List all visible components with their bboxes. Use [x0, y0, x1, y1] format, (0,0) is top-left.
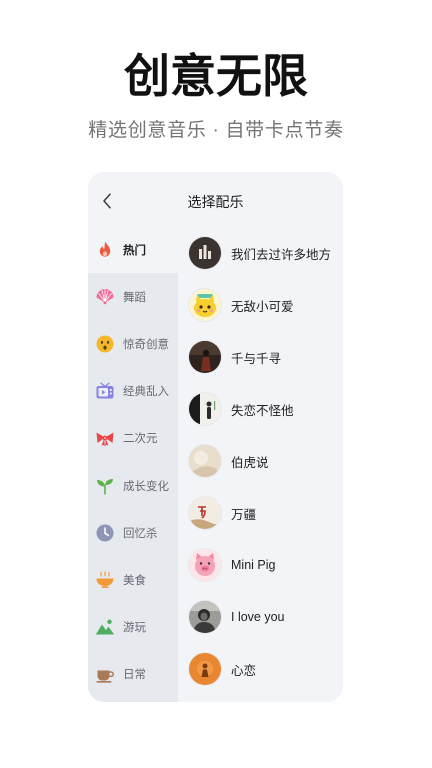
song-cover: [189, 445, 221, 477]
screen-header: 选择配乐: [88, 172, 343, 228]
category-item-growth[interactable]: 成长变化: [88, 462, 178, 509]
screen-title: 选择配乐: [187, 194, 244, 210]
category-item-daily[interactable]: 日常: [88, 651, 178, 698]
hero-subtitle: 精选创意音乐 · 自带卡点节奏: [88, 120, 344, 141]
fire-icon: [95, 240, 115, 260]
song-title: 千与千寻: [231, 351, 282, 366]
category-item-surprise[interactable]: 惊奇创意: [88, 320, 178, 367]
category-label: 经典乱入: [123, 386, 169, 399]
category-sidebar: 热门 舞蹈 惊奇创意 经典乱入 二次元 成长变化 回忆杀 美食 游玩 日常: [88, 226, 178, 702]
fan-icon: [95, 287, 115, 307]
song-cover: [189, 237, 221, 269]
song-title: 无敌小可爱: [231, 299, 294, 314]
song-title: 失恋不怪他: [231, 403, 294, 418]
promo-page: 创意无限 精选创意音乐 · 自带卡点节奏 选择配乐 热门 舞蹈 惊奇创意 经典乱…: [0, 0, 432, 768]
tv-icon: [95, 381, 115, 401]
category-item-hot[interactable]: 热门: [88, 226, 178, 274]
music-picker-screen: 选择配乐 热门 舞蹈 惊奇创意 经典乱入 二次元 成长变化 回忆杀 美食 游玩 …: [88, 172, 343, 702]
category-item-food[interactable]: 美食: [88, 556, 178, 603]
song-title: Mini Pig: [231, 558, 276, 572]
song-row[interactable]: 失恋不怪他: [178, 383, 343, 435]
category-label: 日常: [123, 669, 146, 682]
song-row[interactable]: 心恋: [178, 643, 343, 695]
bowl-icon: [95, 570, 115, 590]
song-row[interactable]: Mini Pig: [178, 539, 343, 591]
song-row[interactable]: 无敌小可爱: [178, 279, 343, 331]
category-item-nostalgia[interactable]: 回忆杀: [88, 509, 178, 556]
category-label: 惊奇创意: [123, 338, 169, 351]
song-cover: [189, 601, 221, 633]
song-row[interactable]: 伯虎说: [178, 435, 343, 487]
song-list: 我们去过许多地方 无敌小可爱 千与千寻 失恋不怪他 伯虎说 万疆 Mini Pi…: [178, 227, 343, 695]
category-label: 舞蹈: [123, 291, 146, 304]
song-title: 我们去过许多地方: [231, 247, 332, 262]
category-label: 成长变化: [123, 480, 169, 493]
song-cover: [189, 341, 221, 373]
surprised-face-icon: [95, 334, 115, 354]
song-title: 万疆: [231, 507, 257, 522]
song-row[interactable]: 万疆: [178, 487, 343, 539]
song-title: 伯虎说: [231, 455, 269, 470]
song-cover: [189, 549, 221, 581]
bow-icon: [95, 428, 115, 448]
song-title: 心恋: [231, 663, 257, 678]
category-label: 回忆杀: [123, 527, 158, 540]
category-label: 游玩: [123, 622, 146, 635]
category-item-anime[interactable]: 二次元: [88, 415, 178, 462]
category-label: 美食: [123, 574, 146, 587]
category-label: 热门: [123, 244, 146, 257]
song-cover: [189, 289, 221, 321]
song-title: I love you: [231, 610, 285, 624]
category-label: 二次元: [123, 433, 158, 446]
song-cover: [189, 653, 221, 685]
sprout-icon: [95, 476, 115, 496]
hero-title: 创意无限: [124, 50, 308, 102]
clock-icon: [95, 523, 115, 543]
song-row[interactable]: 我们去过许多地方: [178, 227, 343, 279]
category-item-dance[interactable]: 舞蹈: [88, 273, 178, 320]
song-cover: [189, 393, 221, 425]
cup-icon: [95, 664, 115, 684]
song-row[interactable]: I love you: [178, 591, 343, 643]
category-item-travel[interactable]: 游玩: [88, 604, 178, 651]
category-item-classic[interactable]: 经典乱入: [88, 368, 178, 415]
song-row[interactable]: 千与千寻: [178, 331, 343, 383]
mountain-icon: [95, 617, 115, 637]
song-cover: [189, 497, 221, 529]
